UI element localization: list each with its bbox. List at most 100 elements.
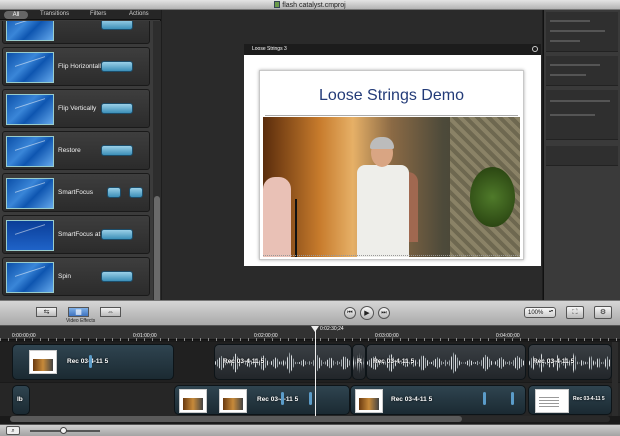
effects-panel: All Transitions Filters Actions Flip Hor… [0,10,161,306]
view-button-transitions[interactable]: ⇔ [100,307,121,317]
effect-item-smartfocus[interactable]: SmartFocus [2,173,150,212]
timeline-zoom-knob[interactable] [60,427,67,434]
effect-add-button[interactable] [101,21,133,30]
effect-item-flip-horizontally[interactable]: Flip Horizontally [2,47,150,86]
canvas-header-title: Loose Strings 3 [252,46,287,52]
play-icon: ▶ [364,310,370,317]
properties-section [546,12,618,52]
effects-scrollbar[interactable] [153,21,161,306]
effect-item-spin[interactable]: Spin [2,257,150,296]
playhead-time: 0:02:30;24 [320,326,344,332]
clip[interactable]: Ib [12,385,30,415]
effects-list: Flip Horizontally Flip Vertically Restor… [0,21,153,300]
audio-clip[interactable]: R [352,344,366,380]
audio-clip[interactable]: Rec 03-4-11 5 [214,344,352,380]
clip[interactable]: Rec 03-4-11 5 [174,385,350,415]
magnifier-icon: ⌕ [11,428,15,434]
timeline-scroll-thumb[interactable] [10,416,462,422]
audio-clip[interactable]: Rec 03-4-11 5 [366,344,526,380]
slide[interactable]: Loose Strings Demo [259,70,524,260]
effects-scroll-thumb[interactable] [154,196,160,306]
view-button-video-effects[interactable]: ▦ [68,307,89,317]
effect-thumbnail [6,178,54,209]
effect-item-smartfocus-at-time[interactable]: SmartFocus at Time [2,215,150,254]
effect-item-restore[interactable]: Restore [2,131,150,170]
clip-handle[interactable] [309,392,312,405]
playhead-handle[interactable] [311,326,319,332]
window-title: flash catalyst.cmproj [0,1,620,9]
zoom-select[interactable]: 100% [524,307,556,318]
title-bar: flash catalyst.cmproj [0,0,620,10]
properties-section [546,56,618,86]
effect-label: Spin [58,273,72,280]
video-effects-icon: ⇆ [43,309,50,316]
tab-filters[interactable]: Filters [90,11,106,17]
tab-actions[interactable]: Actions [129,11,149,17]
clip-label: Rec 03-4-11 5 [223,358,265,365]
clip-thumbnail [219,389,247,413]
slide-divider [265,115,518,116]
properties-panel [543,10,620,300]
effect-add-button[interactable] [101,229,133,240]
play-button[interactable]: ▶ [360,306,374,320]
timeline[interactable]: 0:00:00;00 0:01:00;00 0:02:00;00 0:03:00… [0,326,620,424]
properties-section [546,90,618,140]
refresh-icon[interactable] [532,46,538,52]
effect-add-button[interactable] [101,271,133,282]
clip-label: Rec 03-4-11 5 [391,396,433,403]
effects-tabs: All Transitions Filters Actions [0,10,161,20]
effect-add-button[interactable] [101,145,133,156]
effect-add-button[interactable] [129,187,143,198]
clip[interactable]: Rec 03-4-11 5 [12,344,174,380]
clip-handle[interactable] [89,355,92,368]
clip-thumbnail [535,389,569,413]
playhead-line[interactable] [315,326,316,416]
document-icon [274,1,281,8]
clip-label: Rec 03-4-11 5 [257,396,299,403]
clip-handle[interactable] [511,392,514,405]
zoom-magnifier-button[interactable]: ⌕ [6,426,20,435]
clip-handle[interactable] [281,392,284,405]
slide-ruler [263,255,520,257]
clip-label: Rec 03-4-11 5 [373,358,415,365]
rewind-icon: ⏮ [347,310,353,316]
timeline-ruler[interactable]: 0:00:00;00 0:01:00;00 0:02:00;00 0:03:00… [0,326,620,341]
clip-thumbnail [29,350,57,374]
effect-add-button[interactable] [101,103,133,114]
audio-clip[interactable]: Rec 03-4-11 5 [528,344,612,380]
properties-section [546,146,618,166]
canvas-stage[interactable]: Loose Strings 3 Loose Strings Demo [244,44,541,266]
effect-label: Flip Vertically [58,105,97,112]
track-2[interactable]: Ib Rec 03-4-11 5 Rec 03-4-11 5 Rec 03-4-… [0,383,620,416]
rewind-button[interactable]: ⏮ [344,307,356,319]
effect-thumbnail [6,21,54,41]
clip[interactable]: Rec 03-4-11 5 [528,385,612,415]
timeline-vertical-scrollbar[interactable] [612,342,618,416]
tab-all[interactable]: All [4,11,28,19]
clip-thumbnail [179,389,207,413]
window-title-text: flash catalyst.cmproj [282,2,346,9]
clip[interactable]: Rec 03-4-11 5 [350,385,526,415]
canvas-header: Loose Strings 3 [244,44,541,55]
view-button-callouts[interactable]: ⇆ [36,307,57,317]
effect-add-button[interactable] [107,187,121,198]
effect-add-button[interactable] [101,61,133,72]
forward-button[interactable]: ⏭ [378,307,390,319]
effect-item-flip-vertically[interactable]: Flip Vertically [2,89,150,128]
video-plant [470,167,515,227]
clip-label: Ib [17,396,23,403]
clip-label: Rec 03-4-11 5 [67,358,109,365]
effect-label: Flip Horizontally [58,63,105,70]
crop-button[interactable]: ⛶ [566,306,584,319]
tab-transitions[interactable]: Transitions [40,11,69,17]
clip-handle[interactable] [483,392,486,405]
effect-item[interactable] [2,21,150,44]
video-effects-grid-icon: ▦ [75,309,82,316]
track-1[interactable]: Rec 03-4-11 5 Rec 03-4-11 5 R Rec 03-4-1… [0,342,620,382]
timeline-ticks [0,338,620,341]
clip-thumbnail [355,389,383,413]
settings-button[interactable]: ⚙ [594,306,612,319]
effect-label: Restore [58,147,81,154]
video-frame[interactable] [263,117,520,257]
timeline-scrollbar[interactable] [10,416,610,422]
